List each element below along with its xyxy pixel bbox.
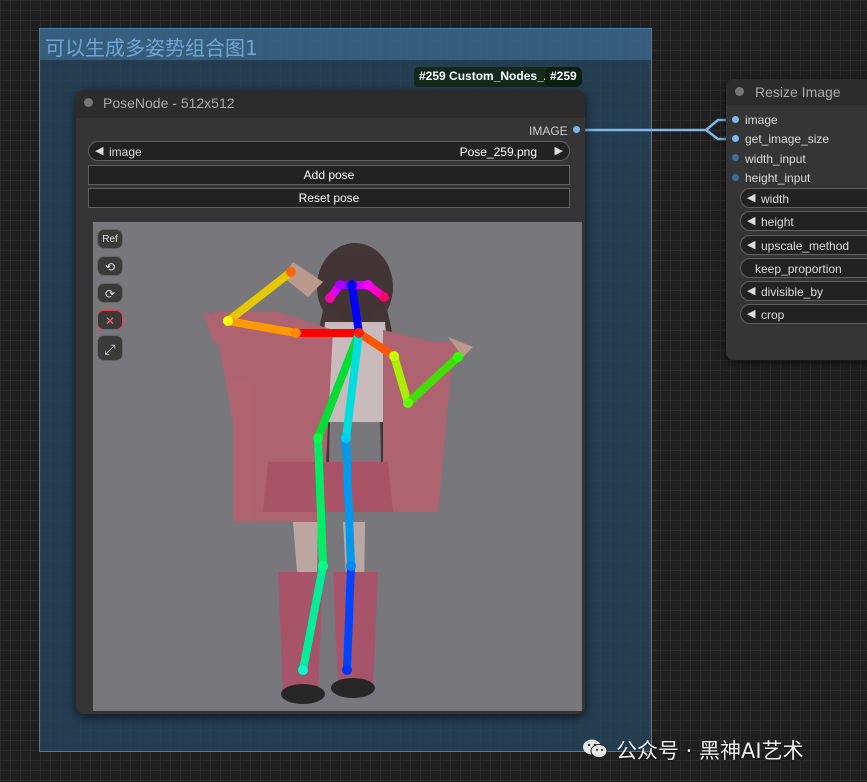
pose-node-title: PoseNode - 512x512: [103, 95, 235, 111]
keep-proportion-toggle[interactable]: keep_proportion: [740, 258, 867, 278]
image-select-widget[interactable]: ◀ image Pose_259.png ▶: [88, 141, 570, 161]
input-slot-width-input[interactable]: [732, 154, 739, 161]
collapse-dot-icon[interactable]: [735, 87, 744, 96]
arrow-right-icon[interactable]: ▶: [555, 144, 563, 157]
arrow-left-icon[interactable]: ◀: [747, 307, 755, 320]
image-widget-value: Pose_259.png: [459, 145, 537, 159]
input-label-image: image: [745, 113, 778, 127]
wechat-icon: [583, 739, 608, 758]
divisible-by-widget-label: divisible_by: [761, 285, 824, 299]
watermark-text: 公众号 · 黑神AI艺术: [616, 739, 804, 763]
redo-icon: ⟳: [104, 287, 116, 301]
height-widget-label: height: [761, 215, 794, 229]
crop-widget-label: crop: [761, 308, 785, 322]
close-icon: ✕: [104, 314, 116, 328]
divisible-by-widget[interactable]: ◀ divisible_by: [740, 281, 867, 301]
input-label-get-image-size: get_image_size: [745, 132, 830, 146]
resize-node-title-bar[interactable]: Resize Image: [726, 79, 867, 105]
arrow-left-icon[interactable]: ◀: [747, 191, 755, 204]
width-widget[interactable]: ◀ width: [740, 188, 867, 208]
input-label-height-input: height_input: [745, 171, 811, 185]
expand-icon: ⤢: [104, 341, 116, 357]
expand-button[interactable]: ⤢: [97, 335, 123, 361]
undo-button[interactable]: ⟲: [97, 256, 123, 276]
collapse-dot-icon[interactable]: [84, 98, 93, 107]
height-widget[interactable]: ◀ height: [740, 211, 867, 231]
undo-icon: ⟲: [104, 260, 116, 274]
add-pose-button[interactable]: Add pose: [88, 165, 570, 185]
upscale-method-widget[interactable]: ◀ upscale_method: [740, 235, 867, 255]
output-label-image: IMAGE: [529, 124, 568, 138]
keep-proportion-label: keep_proportion: [755, 262, 842, 276]
arrow-left-icon[interactable]: ◀: [747, 238, 755, 251]
output-slot-image[interactable]: [573, 126, 580, 133]
width-widget-label: width: [761, 192, 790, 206]
upscale-method-widget-label: upscale_method: [761, 239, 850, 253]
reset-pose-button[interactable]: Reset pose: [88, 188, 570, 208]
input-slot-get-image-size[interactable]: [732, 135, 739, 142]
resize-node-title: Resize Image: [755, 84, 841, 100]
delete-button[interactable]: ✕: [97, 310, 123, 330]
pose-preview-image: [93, 222, 582, 711]
arrow-left-icon[interactable]: ◀: [747, 284, 755, 297]
ref-button[interactable]: Ref: [97, 229, 123, 249]
pose-node-title-bar[interactable]: PoseNode - 512x512: [76, 90, 585, 118]
input-slot-height-input[interactable]: [732, 174, 739, 181]
arrow-left-icon[interactable]: ◀: [747, 214, 755, 227]
node-id-badge: #259: [545, 67, 582, 87]
redo-button[interactable]: ⟳: [97, 283, 123, 303]
crop-widget[interactable]: ◀ crop: [740, 304, 867, 324]
image-widget-label: image: [109, 145, 142, 159]
node-type-badge: #259 Custom_Nodes_AI: [414, 67, 566, 87]
pose-canvas[interactable]: [93, 222, 582, 711]
input-label-width-input: width_input: [745, 152, 806, 166]
arrow-left-icon[interactable]: ◀: [95, 144, 103, 157]
input-slot-image[interactable]: [732, 116, 739, 123]
